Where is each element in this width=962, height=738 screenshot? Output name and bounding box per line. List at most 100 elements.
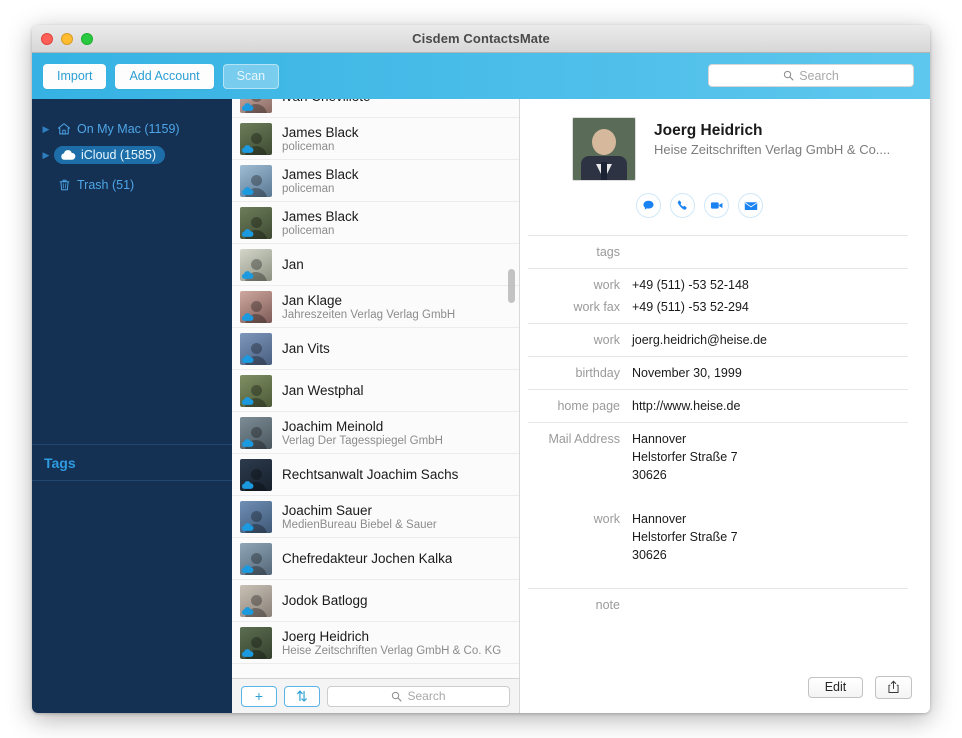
contact-fields: tagswork+49 (511) -53 52-148work fax+49 … <box>528 235 908 661</box>
avatar <box>240 459 272 491</box>
field-value[interactable]: +49 (511) -53 52-148 <box>632 276 749 294</box>
zoom-button[interactable] <box>81 33 93 45</box>
field-row: workHannoverHelstorfer Straße 730626 <box>528 508 908 566</box>
scan-button[interactable]: Scan <box>223 64 280 89</box>
contact-list-footer: + ⇅ Search <box>232 678 519 713</box>
disclosure-triangle-icon[interactable]: ▶ <box>40 150 52 161</box>
list-item[interactable]: James Blackpoliceman <box>232 160 519 202</box>
list-item[interactable]: Jan KlageJahreszeiten Verlag Verlag GmbH <box>232 286 519 328</box>
list-item[interactable]: Joerg HeidrichHeise Zeitschriften Verlag… <box>232 622 519 664</box>
list-item[interactable]: Jan Vits <box>232 328 519 370</box>
list-item-organization: Jahreszeiten Verlag Verlag GmbH <box>282 309 455 321</box>
search-icon <box>783 70 794 81</box>
avatar <box>240 99 272 113</box>
contact-organization: Heise Zeitschriften Verlag GmbH & Co.... <box>654 142 890 157</box>
icloud-badge-icon <box>241 144 254 154</box>
close-button[interactable] <box>41 33 53 45</box>
field-group: home pagehttp://www.heise.de <box>528 389 908 422</box>
contact-name-block: Joerg Heidrich Heise Zeitschriften Verla… <box>654 117 890 157</box>
avatar <box>240 627 272 659</box>
field-value[interactable]: HannoverHelstorfer Straße 730626 <box>632 430 738 484</box>
field-value[interactable]: joerg.heidrich@heise.de <box>632 331 767 349</box>
icloud-badge-icon <box>241 480 254 490</box>
list-item[interactable]: Joachim MeinoldVerlag Der Tagesspiegel G… <box>232 412 519 454</box>
icloud-badge-icon <box>241 354 254 364</box>
field-row: note <box>528 594 908 616</box>
list-item[interactable]: Jan <box>232 244 519 286</box>
share-button[interactable] <box>875 676 912 699</box>
search-icon <box>391 691 402 702</box>
list-item-organization: policeman <box>282 141 359 153</box>
sidebar-item-icloud[interactable]: ▶ iCloud (1585) <box>32 142 232 168</box>
field-label: work <box>528 510 632 528</box>
icloud-badge-icon <box>241 186 254 196</box>
main-toolbar: Import Add Account Scan Search <box>32 53 930 99</box>
field-row: home pagehttp://www.heise.de <box>528 395 908 417</box>
call-button[interactable] <box>670 193 695 218</box>
list-item-text: Jan KlageJahreszeiten Verlag Verlag GmbH <box>282 293 455 321</box>
icloud-badge-icon <box>241 228 254 238</box>
sort-contacts-button[interactable]: ⇅ <box>284 686 320 707</box>
field-value[interactable]: http://www.heise.de <box>632 397 740 415</box>
source-list: ▶ On My Mac (1159) ▶ <box>32 99 232 198</box>
phone-icon <box>676 199 689 212</box>
field-group: Mail AddressHannoverHelstorfer Straße 73… <box>528 422 908 588</box>
disclosure-triangle-icon[interactable]: ▶ <box>40 124 52 135</box>
contact-list-scrollarea[interactable]: Ivan ChevilloteJames BlackpolicemanJames… <box>232 99 519 678</box>
field-value[interactable]: HannoverHelstorfer Straße 730626 <box>632 510 738 564</box>
tags-section-header[interactable]: Tags <box>32 444 232 481</box>
field-value[interactable] <box>632 488 635 506</box>
field-label: Mail Address <box>528 430 632 448</box>
list-item[interactable]: Jan Westphal <box>232 370 519 412</box>
list-item-organization: Verlag Der Tagesspiegel GmbH <box>282 435 443 447</box>
avatar <box>240 123 272 155</box>
sidebar: ▶ On My Mac (1159) ▶ <box>32 99 232 713</box>
message-button[interactable] <box>636 193 661 218</box>
window-body: ▶ On My Mac (1159) ▶ <box>32 99 930 713</box>
field-label: birthday <box>528 364 632 382</box>
add-contact-button[interactable]: + <box>241 686 277 707</box>
list-item-name: Jan Westphal <box>282 383 364 398</box>
field-label: note <box>528 596 632 614</box>
toolbar-search-input[interactable]: Search <box>708 64 914 87</box>
video-call-button[interactable] <box>704 193 729 218</box>
edit-button[interactable]: Edit <box>808 677 863 698</box>
email-button[interactable] <box>738 193 763 218</box>
field-value[interactable]: November 30, 1999 <box>632 364 742 382</box>
tags-label: Tags <box>44 455 76 471</box>
list-item-text: Rechtsanwalt Joachim Sachs <box>282 467 458 482</box>
sidebar-item-trash[interactable]: ▶ Trash (51) <box>32 172 232 198</box>
list-item-name: James Black <box>282 167 359 182</box>
window-title: Cisdem ContactsMate <box>32 25 930 53</box>
list-item[interactable]: Joachim SauerMedienBureau Biebel & Sauer <box>232 496 519 538</box>
field-row <box>528 486 908 508</box>
contact-list-scrollbar[interactable] <box>508 269 515 303</box>
list-item[interactable]: James Blackpoliceman <box>232 118 519 160</box>
sidebar-item-label: On My Mac (1159) <box>77 122 180 136</box>
list-item-name: Ivan Chevillote <box>282 99 371 104</box>
import-button[interactable]: Import <box>43 64 106 89</box>
field-group: birthdayNovember 30, 1999 <box>528 356 908 389</box>
minimize-button[interactable] <box>61 33 73 45</box>
field-value[interactable]: +49 (511) -53 52-294 <box>632 298 749 316</box>
avatar <box>572 117 636 181</box>
sidebar-item-label: iCloud (1585) <box>81 148 156 162</box>
add-account-button[interactable]: Add Account <box>115 64 213 89</box>
field-row: Mail AddressHannoverHelstorfer Straße 73… <box>528 428 908 486</box>
icloud-badge-icon <box>241 270 254 280</box>
sidebar-item-icloud-pill[interactable]: iCloud (1585) <box>54 146 165 164</box>
list-item[interactable]: James Blackpoliceman <box>232 202 519 244</box>
field-group: work+49 (511) -53 52-148work fax+49 (511… <box>528 268 908 323</box>
list-item[interactable]: Jodok Batlogg <box>232 580 519 622</box>
list-item-organization: policeman <box>282 183 359 195</box>
sidebar-item-on-my-mac[interactable]: ▶ On My Mac (1159) <box>32 116 232 142</box>
contact-list: Ivan ChevilloteJames BlackpolicemanJames… <box>232 99 519 664</box>
house-icon <box>54 122 74 136</box>
list-item-name: Jan Klage <box>282 293 455 308</box>
list-item[interactable]: Ivan Chevillote <box>232 99 519 118</box>
share-icon <box>887 680 900 694</box>
list-item[interactable]: Chefredakteur Jochen Kalka <box>232 538 519 580</box>
field-group: workjoerg.heidrich@heise.de <box>528 323 908 356</box>
list-item[interactable]: Rechtsanwalt Joachim Sachs <box>232 454 519 496</box>
contact-list-search-input[interactable]: Search <box>327 686 510 707</box>
